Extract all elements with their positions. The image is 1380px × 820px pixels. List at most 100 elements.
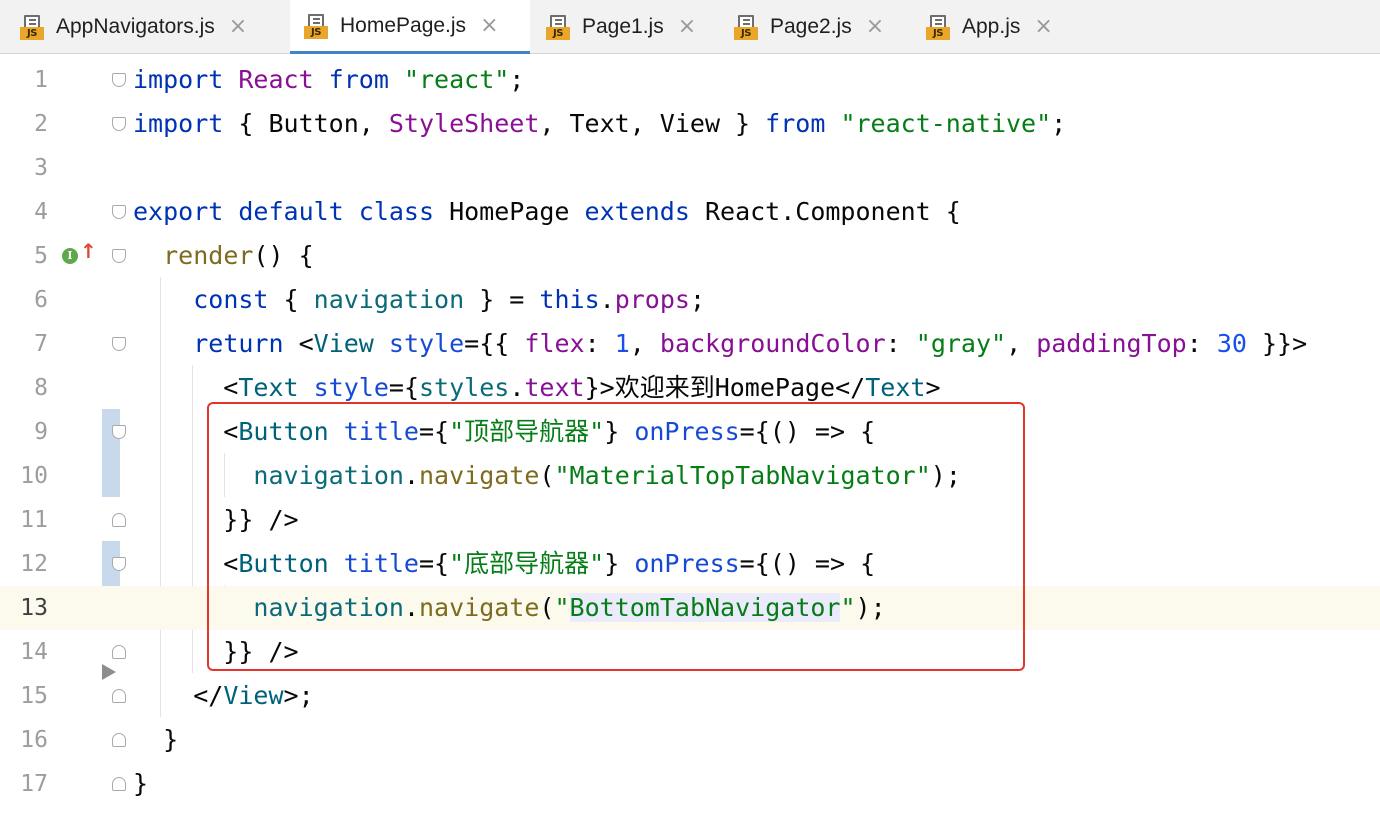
- code-token: ;: [509, 65, 525, 94]
- code-token: }: [133, 769, 149, 798]
- code-text[interactable]: import React from "react";: [133, 58, 524, 102]
- js-file-icon: JS: [546, 14, 572, 40]
- js-file-icon: JS: [20, 14, 46, 40]
- line-number[interactable]: 2: [0, 102, 48, 146]
- js-file-icon: JS: [304, 13, 330, 39]
- code-token: .: [509, 373, 525, 402]
- editor-tab-bar: JS AppNavigators.js × JS HomePage.js × J…: [0, 0, 1380, 54]
- code-token: }>欢迎来到HomePage</: [584, 373, 866, 402]
- code-token: "react-native": [840, 109, 1052, 138]
- code-token: HomePage: [449, 197, 585, 226]
- fold-toggle-icon[interactable]: [112, 73, 126, 87]
- fold-toggle-icon[interactable]: [112, 513, 126, 527]
- code-text[interactable]: render() {: [133, 234, 314, 278]
- code-token: from: [765, 109, 841, 138]
- code-token: text: [524, 373, 585, 402]
- code-token: StyleSheet: [388, 109, 540, 138]
- code-token: import: [133, 65, 239, 94]
- code-token: }: [133, 725, 179, 754]
- tab-label: HomePage.js: [340, 13, 467, 37]
- tab-page2[interactable]: JS Page2.js ×: [730, 0, 910, 54]
- line-number[interactable]: 7: [0, 322, 48, 366]
- code-line[interactable]: 6 const { navigation } = this.props;: [0, 278, 1380, 322]
- code-token: props: [614, 285, 690, 314]
- close-icon[interactable]: ×: [1034, 16, 1052, 38]
- code-token: Text: [865, 373, 926, 402]
- code-token: ,: [1006, 329, 1037, 358]
- line-number[interactable]: 4: [0, 190, 48, 234]
- line-number[interactable]: 8: [0, 366, 48, 410]
- code-token: backgroundColor: [659, 329, 886, 358]
- code-token: import: [133, 109, 239, 138]
- code-token: flex: [524, 329, 585, 358]
- close-icon[interactable]: ×: [229, 16, 247, 38]
- tab-app[interactable]: JS App.js ×: [922, 0, 1082, 54]
- tab-homepage[interactable]: JS HomePage.js ×: [290, 0, 530, 54]
- code-line[interactable]: 4 export default class HomePage extends R…: [0, 190, 1380, 234]
- line-number[interactable]: 14: [0, 630, 48, 674]
- code-token: style: [313, 373, 389, 402]
- fold-toggle-icon[interactable]: [112, 117, 126, 131]
- code-token: this: [539, 285, 600, 314]
- code-text[interactable]: }: [133, 762, 148, 806]
- js-file-icon: JS: [734, 14, 760, 40]
- close-icon[interactable]: ×: [678, 16, 696, 38]
- code-token: 30: [1216, 329, 1247, 358]
- code-line[interactable]: 7 return <View style={{ flex: 1, backgro…: [0, 322, 1380, 366]
- fold-toggle-icon[interactable]: [112, 249, 126, 263]
- highlight-annotation-box: [207, 402, 1025, 671]
- line-number[interactable]: 16: [0, 718, 48, 762]
- fold-toggle-icon[interactable]: [112, 205, 126, 219]
- close-icon[interactable]: ×: [866, 16, 884, 38]
- code-token: navigation: [313, 285, 465, 314]
- line-number[interactable]: 13: [0, 586, 48, 630]
- code-token: >;: [283, 681, 314, 710]
- line-number[interactable]: 11: [0, 498, 48, 542]
- line-number[interactable]: 6: [0, 278, 48, 322]
- code-token: { Button,: [238, 109, 389, 138]
- code-token: } =: [464, 285, 540, 314]
- line-number[interactable]: 10: [0, 454, 48, 498]
- fold-toggle-icon[interactable]: [112, 733, 126, 747]
- line-number[interactable]: 1: [0, 58, 48, 102]
- line-number[interactable]: 15: [0, 674, 48, 718]
- code-text[interactable]: const { navigation } = this.props;: [133, 278, 705, 322]
- code-token: 1: [614, 329, 630, 358]
- close-icon[interactable]: ×: [480, 14, 498, 37]
- fold-toggle-icon[interactable]: [112, 557, 126, 571]
- code-line[interactable]: 1 import React from "react";: [0, 58, 1380, 102]
- line-number[interactable]: 3: [0, 146, 48, 190]
- tab-label: Page2.js: [770, 15, 852, 38]
- fold-toggle-icon[interactable]: [112, 337, 126, 351]
- overrides-arrow-icon[interactable]: ↑: [80, 241, 97, 261]
- code-text[interactable]: import { Button, StyleSheet, Text, View …: [133, 102, 1066, 146]
- code-line[interactable]: 2 import { Button, StyleSheet, Text, View…: [0, 102, 1380, 146]
- tab-appnavigators[interactable]: JS AppNavigators.js ×: [16, 0, 288, 54]
- fold-toggle-icon[interactable]: [112, 777, 126, 791]
- code-line[interactable]: 15 </View>;: [0, 674, 1380, 718]
- code-token: () {: [253, 241, 314, 270]
- fold-toggle-icon[interactable]: [112, 645, 126, 659]
- fold-toggle-icon[interactable]: [112, 425, 126, 439]
- code-line[interactable]: 17}: [0, 762, 1380, 806]
- code-line[interactable]: 16 }: [0, 718, 1380, 762]
- line-number[interactable]: 17: [0, 762, 48, 806]
- line-number[interactable]: 5: [0, 234, 48, 278]
- line-number[interactable]: 12: [0, 542, 48, 586]
- code-text[interactable]: }: [133, 718, 178, 762]
- implements-icon[interactable]: I: [62, 248, 78, 264]
- code-line[interactable]: 5 render() {: [0, 234, 1380, 278]
- code-text[interactable]: </View>;: [133, 674, 314, 718]
- code-editor[interactable]: 1 import React from "react"; 2 import { But…: [0, 55, 1380, 820]
- line-number[interactable]: 9: [0, 410, 48, 454]
- code-token: render: [163, 241, 254, 270]
- code-text[interactable]: export default class HomePage extends Re…: [133, 190, 961, 234]
- code-token: >: [925, 373, 941, 402]
- code-line[interactable]: 3: [0, 146, 1380, 190]
- fold-toggle-icon[interactable]: [112, 689, 126, 703]
- code-text[interactable]: return <View style={{ flex: 1, backgroun…: [133, 322, 1307, 366]
- breakpoint-arrow-icon[interactable]: [102, 664, 116, 680]
- tab-page1[interactable]: JS Page1.js ×: [542, 0, 722, 54]
